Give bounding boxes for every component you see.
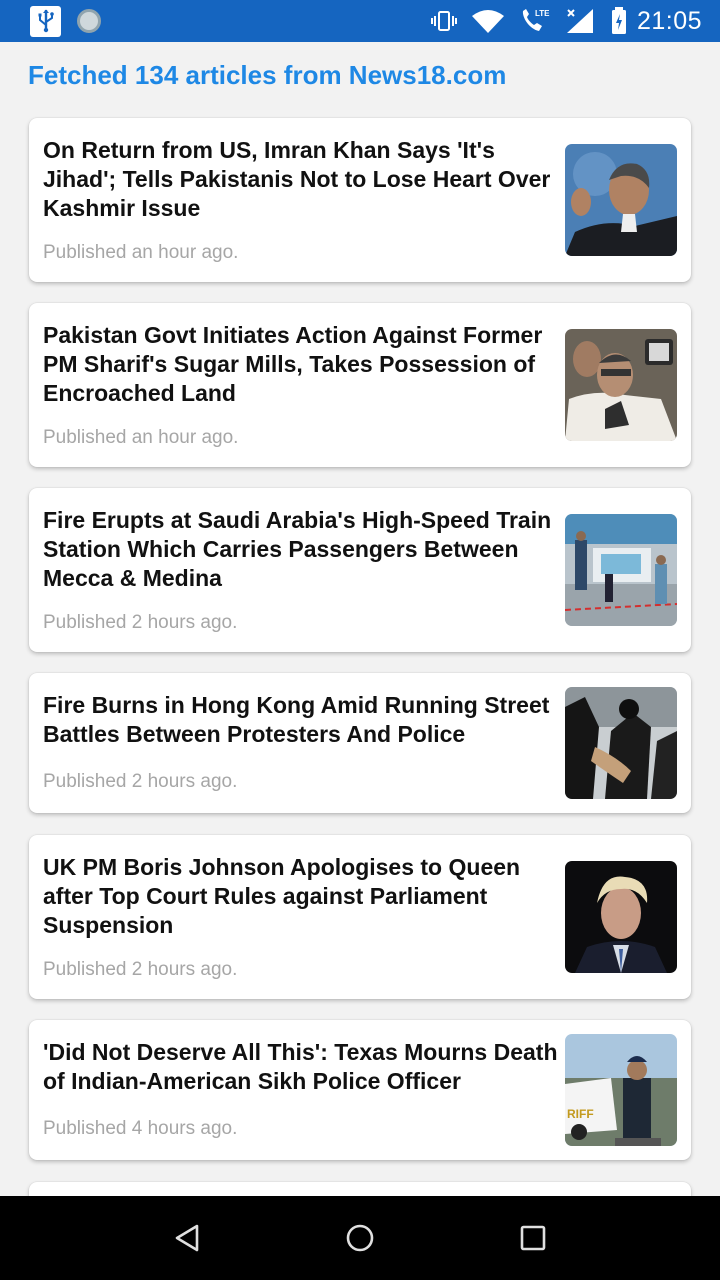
article-title: 'Did Not Deserve All This': Texas Mourns… — [43, 1039, 558, 1094]
fetch-status-header: Fetched 134 articles from News18.com — [28, 60, 507, 90]
status-clock: 21:05 — [636, 6, 702, 35]
article-card[interactable]: Pakistan Govt Initiates Action Against F… — [29, 303, 691, 467]
article-card[interactable]: Fire Burns in Hong Kong Amid Running Str… — [29, 673, 691, 813]
article-card[interactable]: Fire Erupts at Saudi Arabia's High-Speed… — [29, 488, 691, 652]
article-published-time: Published 2 hours ago. — [43, 612, 238, 633]
article-published-time: Published 4 hours ago. — [43, 1118, 238, 1139]
article-thumbnail — [565, 329, 677, 441]
article-title: Fire Burns in Hong Kong Amid Running Str… — [43, 692, 550, 747]
article-published-time: Published 2 hours ago. — [43, 959, 238, 980]
article-thumbnail — [565, 144, 677, 256]
navigation-bar — [0, 1196, 720, 1280]
article-list[interactable]: Fetched 134 articles from News18.com On … — [0, 42, 720, 1196]
battery-charging-icon — [611, 7, 626, 34]
article-title: Pakistan Govt Initiates Action Against F… — [43, 322, 543, 406]
article-published-time: Published an hour ago. — [43, 427, 239, 448]
usb-icon — [30, 5, 61, 37]
article-card[interactable] — [29, 1182, 691, 1196]
article-thumbnail — [565, 687, 677, 799]
article-card[interactable]: UK PM Boris Johnson Apologises to Queen … — [29, 835, 691, 999]
recents-icon — [521, 1225, 546, 1251]
back-button[interactable] — [157, 1208, 217, 1268]
article-card[interactable]: On Return from US, Imran Khan Says 'It's… — [29, 118, 691, 282]
article-card[interactable]: 'Did Not Deserve All This': Texas Mourns… — [29, 1020, 691, 1160]
vibrate-icon — [430, 11, 457, 31]
article-published-time: Published an hour ago. — [43, 242, 239, 263]
home-button[interactable] — [330, 1208, 390, 1268]
article-title: UK PM Boris Johnson Apologises to Queen … — [43, 854, 521, 938]
svg-text:LTE: LTE — [535, 9, 550, 18]
sync-icon — [77, 9, 101, 33]
article-thumbnail: RIFF — [565, 1034, 677, 1146]
article-thumbnail — [565, 514, 677, 626]
back-icon — [175, 1224, 198, 1252]
status-bar: LTE 21:05 — [0, 0, 720, 42]
article-published-time: Published 2 hours ago. — [43, 771, 238, 792]
svg-text:RIFF: RIFF — [567, 1107, 594, 1121]
article-thumbnail — [565, 861, 677, 973]
wifi-icon — [471, 10, 504, 33]
signal-icon — [566, 9, 593, 33]
lte-call-icon: LTE — [522, 9, 550, 31]
article-title: On Return from US, Imran Khan Says 'It's… — [43, 137, 551, 221]
home-icon — [346, 1224, 374, 1252]
recents-button[interactable] — [503, 1208, 563, 1268]
article-title: Fire Erupts at Saudi Arabia's High-Speed… — [43, 507, 552, 591]
